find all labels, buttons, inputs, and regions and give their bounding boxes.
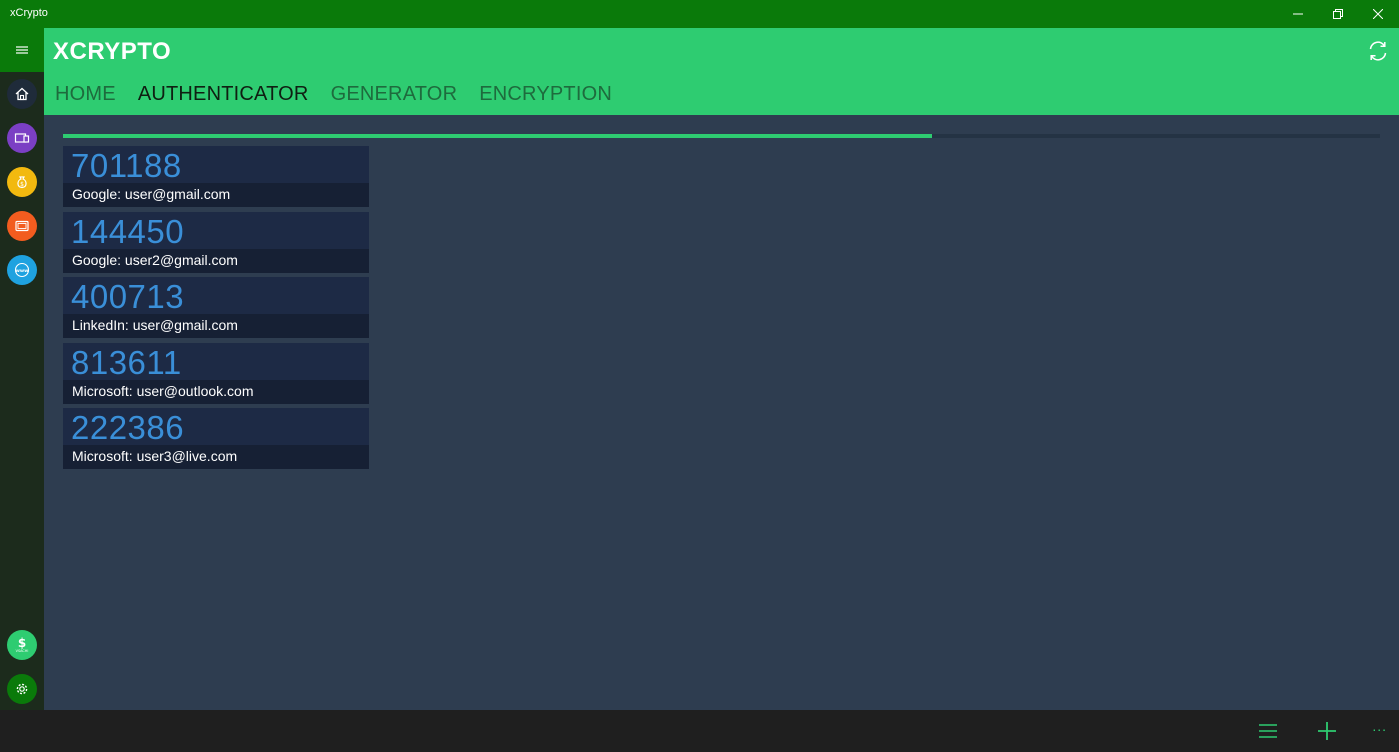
sidebar-item-home[interactable] <box>7 79 37 109</box>
totp-code: 701188 <box>71 147 182 184</box>
app-header: XCRYPTO HOME AUTHENTICATOR GENERATOR ENC… <box>44 28 1399 115</box>
sidebar: $ www $ VSACHI <box>0 28 44 710</box>
totp-code: 222386 <box>71 409 185 446</box>
code-card[interactable]: 813611 Microsoft: user@outlook.com <box>63 342 369 404</box>
restore-icon <box>1333 9 1343 19</box>
account-label: Google: user@gmail.com <box>72 186 231 202</box>
totp-code: 400713 <box>71 278 185 315</box>
window-title: xCrypto <box>10 7 48 19</box>
more-button[interactable]: ... <box>1372 718 1387 734</box>
account-label: Google: user2@gmail.com <box>72 251 238 268</box>
code-card[interactable]: 701188 Google: user@gmail.com <box>63 146 369 207</box>
tablet-icon <box>15 220 29 232</box>
sidebar-item-coin[interactable]: $ <box>7 167 37 197</box>
tab-bar: HOME AUTHENTICATOR GENERATOR ENCRYPTION <box>55 83 612 106</box>
totp-code: 813611 <box>71 343 182 381</box>
home-icon <box>15 87 29 101</box>
window-title-bar: xCrypto <box>0 0 1399 28</box>
restore-button[interactable] <box>1318 0 1358 28</box>
devices-icon <box>14 133 30 143</box>
plus-icon <box>1318 722 1336 740</box>
gear-icon <box>16 683 28 695</box>
sidebar-item-devices[interactable] <box>7 123 37 153</box>
totp-countdown-fill <box>63 134 933 138</box>
code-card[interactable]: 400713 LinkedIn: user@gmail.com <box>63 277 369 338</box>
minimize-icon <box>1293 13 1303 15</box>
list-icon <box>1259 724 1277 738</box>
coin-icon: $ <box>17 176 27 189</box>
dollar-icon: $ VSACHI <box>16 637 29 653</box>
sidebar-item-www[interactable]: www <box>7 255 37 285</box>
code-card[interactable]: 144450 Google: user2@gmail.com <box>63 211 369 273</box>
list-button[interactable] <box>1257 720 1279 742</box>
add-button[interactable] <box>1316 720 1338 742</box>
sidebar-item-settings[interactable] <box>7 674 37 704</box>
account-label: LinkedIn: user@gmail.com <box>72 317 238 333</box>
www-icon: www <box>14 262 29 278</box>
sidebar-item-tablet[interactable] <box>7 211 37 241</box>
tab-encryption[interactable]: ENCRYPTION <box>479 83 612 106</box>
refresh-icon[interactable] <box>1367 40 1389 62</box>
tab-authenticator[interactable]: AUTHENTICATOR <box>138 83 309 106</box>
code-list: 701188 Google: user@gmail.com 144450 Goo… <box>63 146 369 474</box>
code-card[interactable]: 222386 Microsoft: user3@live.com <box>63 408 369 469</box>
app-title: XCRYPTO <box>53 38 172 65</box>
command-bar: ... <box>0 710 1399 752</box>
minimize-button[interactable] <box>1278 0 1318 28</box>
tab-generator[interactable]: GENERATOR <box>331 83 458 106</box>
hamburger-menu-button[interactable] <box>0 28 44 72</box>
donate-icon-text: VSACHI <box>16 649 29 653</box>
account-label: Microsoft: user3@live.com <box>72 448 238 464</box>
svg-text:$: $ <box>20 181 24 188</box>
account-label: Microsoft: user@outlook.com <box>72 382 254 399</box>
svg-text:www: www <box>16 269 29 274</box>
close-button[interactable] <box>1358 0 1398 28</box>
sidebar-item-donate[interactable]: $ VSACHI <box>7 630 37 660</box>
hamburger-icon <box>16 46 28 54</box>
totp-countdown-track <box>63 134 1380 138</box>
tab-home[interactable]: HOME <box>55 83 116 106</box>
close-icon <box>1373 9 1383 19</box>
totp-code: 144450 <box>71 212 185 250</box>
